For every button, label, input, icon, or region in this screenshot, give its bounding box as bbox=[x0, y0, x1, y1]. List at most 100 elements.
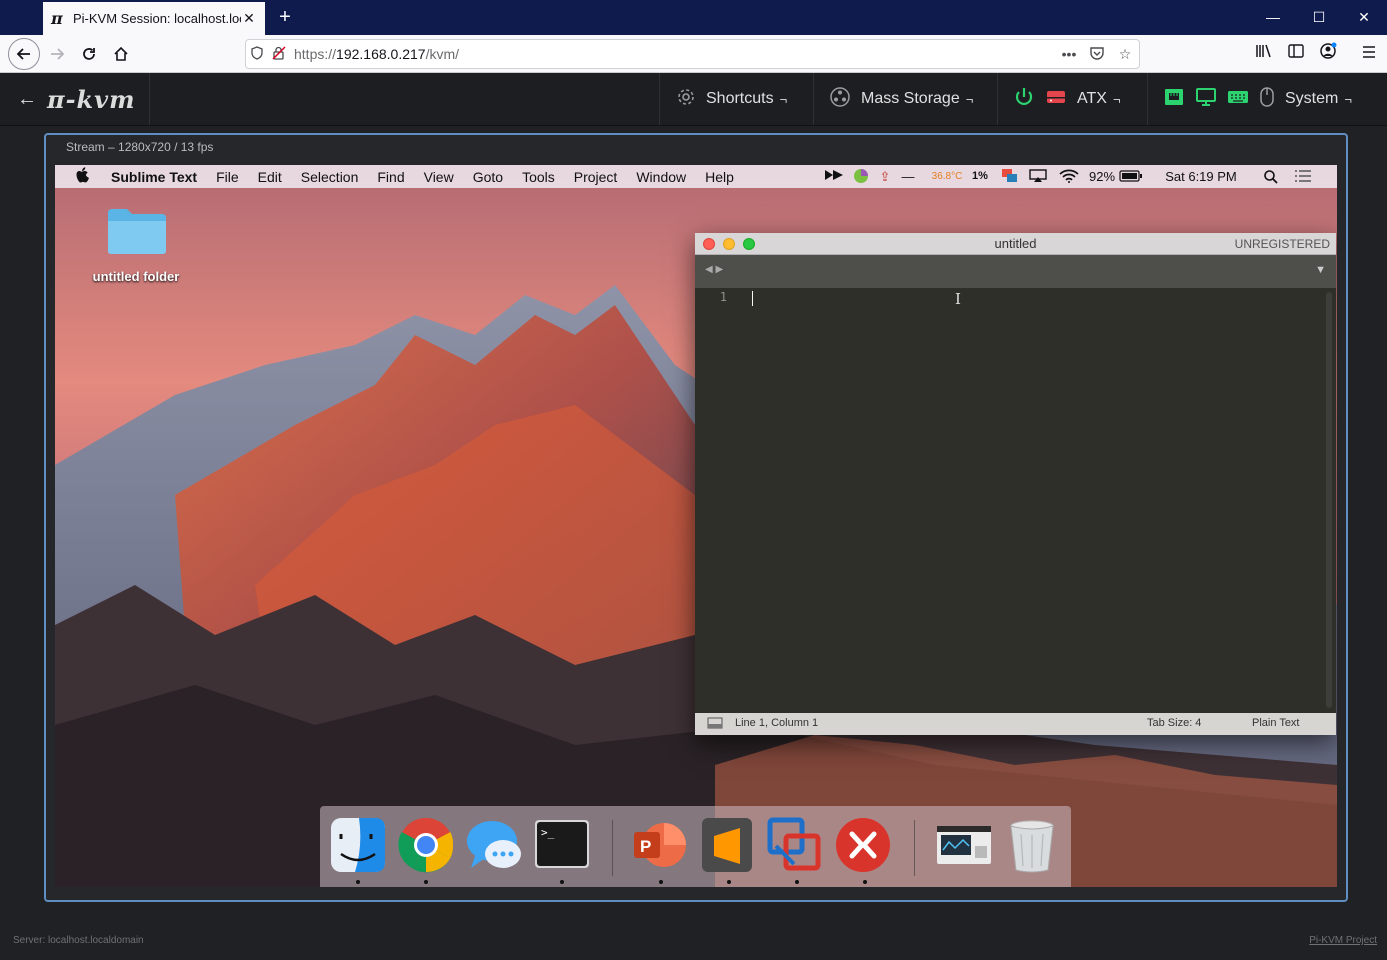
menu-atx-label: ATX bbox=[1077, 90, 1107, 107]
tab-size[interactable]: Tab Size: 4 bbox=[1147, 717, 1201, 729]
pie-status-icon[interactable] bbox=[851, 165, 871, 188]
running-indicator bbox=[560, 880, 564, 884]
home-icon bbox=[114, 46, 128, 61]
running-indicator bbox=[659, 880, 663, 884]
kvm-back-icon[interactable]: ← bbox=[17, 88, 37, 111]
menu-tools[interactable]: Tools bbox=[522, 169, 555, 185]
kvm-logo[interactable]: ← π-kvm bbox=[0, 73, 150, 125]
reload-icon bbox=[83, 48, 95, 60]
clock[interactable]: Sat 6:19 PM bbox=[1155, 165, 1247, 188]
menu-view[interactable]: View bbox=[424, 169, 454, 185]
tab-nav-arrows-icon[interactable]: ◀ ▶ bbox=[705, 264, 723, 275]
lock-status-icon[interactable]: ⇪ bbox=[875, 165, 895, 188]
window-close-button[interactable]: ✕ bbox=[1341, 0, 1387, 35]
sublime-window[interactable]: untitled UNREGISTERED ◀ ▶ ▼ 1 I Line 1, … bbox=[695, 233, 1336, 735]
finder-icon[interactable] bbox=[329, 816, 387, 874]
back-button[interactable] bbox=[8, 38, 40, 70]
svg-text:>_: >_ bbox=[541, 826, 555, 839]
menu-atx[interactable]: ATX ¬ bbox=[997, 73, 1147, 125]
insecure-lock-icon[interactable] bbox=[268, 45, 290, 63]
apple-icon[interactable] bbox=[55, 166, 111, 187]
battery-icon[interactable] bbox=[1118, 165, 1144, 188]
trash-icon[interactable] bbox=[1003, 816, 1061, 874]
hamburger-menu-icon[interactable] bbox=[1355, 42, 1383, 66]
cpu-temp[interactable]: 36.8°C bbox=[929, 165, 965, 188]
sublime-editor[interactable]: 1 I bbox=[695, 288, 1336, 713]
remote-screen[interactable]: Sublime Text File Edit Selection Find Vi… bbox=[55, 165, 1337, 887]
dock-separator bbox=[914, 820, 915, 876]
syntax-mode[interactable]: Plain Text bbox=[1252, 717, 1300, 729]
dash-status-icon[interactable]: — bbox=[898, 165, 918, 188]
panel-toggle-icon[interactable] bbox=[707, 717, 723, 732]
gear-icon bbox=[676, 87, 696, 112]
cpu-usage[interactable]: 1% bbox=[969, 165, 991, 188]
window-minimize-button[interactable]: — bbox=[1250, 0, 1296, 35]
menu-goto[interactable]: Goto bbox=[473, 169, 503, 185]
menu-system-label: System bbox=[1285, 90, 1339, 107]
terminal-icon[interactable]: >_ bbox=[533, 816, 591, 874]
battery-percent[interactable]: 92% bbox=[1088, 165, 1116, 188]
menu-help[interactable]: Help bbox=[705, 169, 734, 185]
tab-title: Pi-KVM Session: localhost.local bbox=[73, 11, 241, 26]
text-caret bbox=[752, 291, 753, 306]
forward-arrow-icon bbox=[51, 48, 65, 60]
tracking-shield-icon[interactable] bbox=[246, 45, 268, 63]
desktop-folder-label[interactable]: untitled folder bbox=[75, 269, 197, 284]
wifi-icon[interactable] bbox=[1057, 165, 1081, 188]
menu-system[interactable]: System ¬ bbox=[1147, 73, 1387, 125]
folder-icon[interactable] bbox=[107, 207, 167, 255]
menu-edit[interactable]: Edit bbox=[258, 169, 282, 185]
messages-icon[interactable] bbox=[465, 816, 523, 874]
url-bar[interactable]: https://192.168.0.217/kvm/ ••• ☆ bbox=[245, 39, 1140, 69]
menu-shortcuts[interactable]: Shortcuts ¬ bbox=[659, 73, 813, 125]
menu-selection[interactable]: Selection bbox=[301, 169, 359, 185]
bookmark-star-icon[interactable]: ☆ bbox=[1111, 46, 1139, 63]
menu-find[interactable]: Find bbox=[377, 169, 404, 185]
menu-sublime-text[interactable]: Sublime Text bbox=[111, 169, 197, 185]
preview-window-icon[interactable] bbox=[935, 816, 993, 874]
account-icon[interactable] bbox=[1314, 42, 1342, 66]
menu-mass-storage-label: Mass Storage bbox=[861, 90, 960, 107]
monitor-icon bbox=[1195, 87, 1217, 112]
powerpoint-icon[interactable]: P bbox=[630, 816, 688, 874]
menu-project[interactable]: Project bbox=[574, 169, 618, 185]
library-icon[interactable] bbox=[1250, 42, 1278, 66]
airplay-icon[interactable] bbox=[1027, 165, 1049, 188]
tab-close-icon[interactable]: ✕ bbox=[241, 10, 257, 27]
browser-tab[interactable]: π Pi-KVM Session: localhost.local ✕ bbox=[43, 2, 265, 35]
chrome-icon[interactable] bbox=[397, 816, 455, 874]
browser-nav-bar: https://192.168.0.217/kvm/ ••• ☆ bbox=[0, 35, 1387, 73]
sublime-status-bar: Line 1, Column 1 Tab Size: 4 Plain Text bbox=[695, 713, 1336, 735]
svg-text:P: P bbox=[640, 837, 651, 856]
sublime-title-bar[interactable]: untitled UNREGISTERED bbox=[695, 233, 1336, 255]
remote-desktop-icon[interactable] bbox=[834, 816, 892, 874]
menu-mass-storage[interactable]: Mass Storage ¬ bbox=[813, 73, 997, 125]
new-tab-button[interactable]: + bbox=[274, 5, 296, 29]
running-indicator bbox=[727, 880, 731, 884]
notification-center-icon[interactable] bbox=[1291, 165, 1315, 188]
editor-scrollbar[interactable] bbox=[1326, 292, 1332, 708]
forward-button[interactable] bbox=[42, 40, 72, 68]
window-maximize-button[interactable]: ☐ bbox=[1296, 0, 1342, 35]
menu-file[interactable]: File bbox=[216, 169, 239, 185]
tab-dropdown-icon[interactable]: ▼ bbox=[1315, 264, 1326, 276]
dock-separator bbox=[612, 820, 613, 876]
unregistered-label: UNREGISTERED bbox=[1234, 237, 1330, 251]
arrows-status-icon[interactable] bbox=[823, 165, 845, 188]
sidebar-icon[interactable] bbox=[1282, 42, 1310, 66]
power-led-icon bbox=[1013, 86, 1035, 113]
disk-icon bbox=[829, 86, 851, 113]
running-indicator bbox=[424, 880, 428, 884]
pikvm-project-link[interactable]: Pi-KVM Project bbox=[1309, 935, 1377, 946]
sublime-text-icon[interactable] bbox=[698, 816, 756, 874]
home-button[interactable] bbox=[106, 40, 136, 68]
cursor-position: Line 1, Column 1 bbox=[735, 717, 819, 729]
pikvm-favicon-icon: π bbox=[51, 9, 63, 28]
menu-window[interactable]: Window bbox=[636, 169, 686, 185]
spotlight-search-icon[interactable] bbox=[1261, 165, 1281, 188]
screen-share-status-icon[interactable] bbox=[999, 165, 1021, 188]
reload-button[interactable] bbox=[74, 40, 104, 68]
page-actions-icon[interactable]: ••• bbox=[1055, 46, 1083, 62]
vmware-fusion-icon[interactable] bbox=[766, 816, 824, 874]
pocket-icon[interactable] bbox=[1083, 46, 1111, 63]
